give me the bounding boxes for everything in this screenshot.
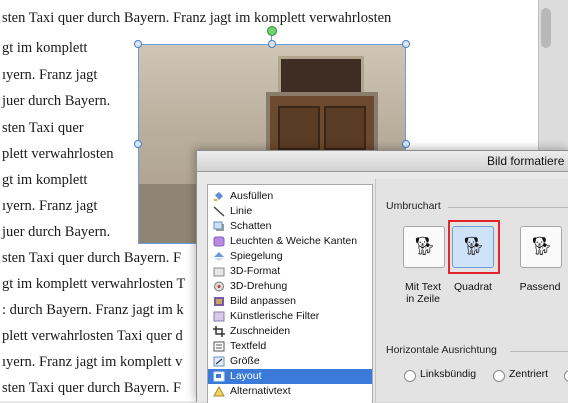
category-label: Leuchten & Weiche Kanten xyxy=(230,235,358,247)
category-item-textfeld[interactable]: Textfeld xyxy=(208,339,372,354)
format-picture-dialog: Bild formatiere Ausfüllen Linie Schatten… xyxy=(196,150,568,403)
category-label: Spiegelung xyxy=(230,250,283,262)
wrap-inline-label-line2: in Zeile xyxy=(406,293,440,305)
category-item-linie[interactable]: Linie xyxy=(208,204,372,219)
document-text-line: plett verwahrlosten Taxi quer d xyxy=(2,328,183,344)
wrap-inline-button[interactable]: 🐕︎ xyxy=(403,226,445,268)
category-item-ausfuellen[interactable]: Ausfüllen xyxy=(208,189,372,204)
document-text-line: gt im komplett xyxy=(2,40,88,56)
document-text-line: sten Taxi quer durch Bayern. F xyxy=(2,380,182,396)
category-label: Bild anpassen xyxy=(230,295,296,307)
line-icon xyxy=(213,206,225,217)
selected-wrap-highlight xyxy=(448,220,500,274)
align-center-label[interactable]: Zentriert xyxy=(509,368,548,380)
paint-bucket-icon xyxy=(214,192,223,201)
alt-text-icon xyxy=(213,386,225,397)
category-item-3d-format[interactable]: 3D-Format xyxy=(208,264,372,279)
wrap-square-label: Quadrat xyxy=(454,281,492,293)
category-item-alternativtext[interactable]: Alternativtext xyxy=(208,384,372,399)
resize-handle-top[interactable] xyxy=(268,40,276,48)
document-text-line: ıyern. Franz jagt im komplett v xyxy=(2,354,183,370)
dialog-title-bar[interactable]: Bild formatiere xyxy=(197,151,568,172)
artistic-filter-icon xyxy=(213,311,225,322)
document-text-line: juer durch Bayern. xyxy=(2,224,111,240)
category-item-kuenstlerische-filter[interactable]: Künstlerische Filter xyxy=(208,309,372,324)
document-text-line: sten Taxi quer xyxy=(2,120,84,136)
picture-adjust-icon xyxy=(214,297,224,306)
document-text-line: sten Taxi quer durch Bayern. Franz jagt … xyxy=(2,10,392,26)
resize-handle-top-left[interactable] xyxy=(134,40,142,48)
rotate-handle[interactable] xyxy=(267,26,277,36)
category-item-spiegelung[interactable]: Spiegelung xyxy=(208,249,372,264)
category-label: Layout xyxy=(230,370,262,382)
layout-settings-panel: Umbruchart 🐕︎ 🐕︎ 🐕︎ Mit Text in Zeile Qu… xyxy=(375,179,568,402)
document-text-line: juer durch Bayern. xyxy=(2,93,111,109)
size-icon xyxy=(213,356,225,367)
category-label: Größe xyxy=(230,355,260,367)
wrap-tight-label: Passend xyxy=(519,281,561,293)
resize-handle-right[interactable] xyxy=(402,140,410,148)
wrap-tight-button[interactable]: 🐕︎ xyxy=(520,226,562,268)
resize-handle-top-right[interactable] xyxy=(402,40,410,48)
document-text-line: sten Taxi quer durch Bayern. F xyxy=(2,250,182,266)
dog-icon: 🐕︎ xyxy=(413,236,436,256)
vertical-scrollbar-thumb[interactable] xyxy=(541,8,551,48)
document-text-line: plett verwahrlosten xyxy=(2,146,114,162)
wrap-group-label: Umbruchart xyxy=(386,200,441,212)
textbox-icon xyxy=(213,341,225,352)
align-right-radio[interactable] xyxy=(564,370,568,382)
category-label: Textfeld xyxy=(230,340,267,352)
document-text-line: : durch Bayern. Franz jagt im k xyxy=(2,302,184,318)
document-text-line: gt im komplett verwahrlosten T xyxy=(2,276,186,292)
category-label: 3D-Drehung xyxy=(230,280,288,292)
category-item-zuschneiden[interactable]: Zuschneiden xyxy=(208,324,372,339)
category-item-groesse[interactable]: Größe xyxy=(208,354,372,369)
document-text-line: gt im komplett xyxy=(2,172,88,188)
category-label: Alternativtext xyxy=(230,385,291,397)
category-item-schatten[interactable]: Schatten xyxy=(208,219,372,234)
category-label: Künstlerische Filter xyxy=(230,310,320,322)
category-label: Schatten xyxy=(230,220,272,232)
category-list: Ausfüllen Linie Schatten Leuchten & Weic… xyxy=(207,184,373,403)
group-divider xyxy=(448,207,568,208)
category-item-bild-anpassen[interactable]: Bild anpassen xyxy=(208,294,372,309)
document-text-line: ıyern. Franz jagt xyxy=(2,67,98,83)
3d-rotation-icon xyxy=(214,281,224,292)
category-label: Ausfüllen xyxy=(230,190,274,202)
align-left-radio[interactable] xyxy=(404,370,416,382)
align-center-radio[interactable] xyxy=(493,370,505,382)
shadow-icon xyxy=(213,221,224,231)
category-item-leuchten[interactable]: Leuchten & Weiche Kanten xyxy=(208,234,372,249)
dog-icon: 🐕︎ xyxy=(530,236,553,256)
horizontal-align-group-label: Horizontale Ausrichtung xyxy=(386,344,497,356)
glow-icon xyxy=(213,236,225,247)
wrap-inline-label: Mit Text in Zeile xyxy=(393,281,453,305)
reflection-icon xyxy=(214,252,224,261)
category-label: Zuschneiden xyxy=(230,325,291,337)
align-left-label[interactable]: Linksbündig xyxy=(420,368,476,380)
group-divider xyxy=(510,351,568,352)
category-label: Linie xyxy=(230,205,253,217)
wrap-inline-label-line1: Mit Text xyxy=(405,281,441,293)
resize-handle-left[interactable] xyxy=(134,140,142,148)
3d-format-icon xyxy=(213,267,225,277)
layout-icon xyxy=(213,371,225,382)
dialog-title: Bild formatiere xyxy=(487,154,565,168)
category-item-layout[interactable]: Layout xyxy=(208,369,372,384)
crop-icon xyxy=(213,326,225,337)
document-text-line: ıyern. Franz jagt xyxy=(2,198,98,214)
category-label: 3D-Format xyxy=(230,265,281,277)
category-item-3d-drehung[interactable]: 3D-Drehung xyxy=(208,279,372,294)
